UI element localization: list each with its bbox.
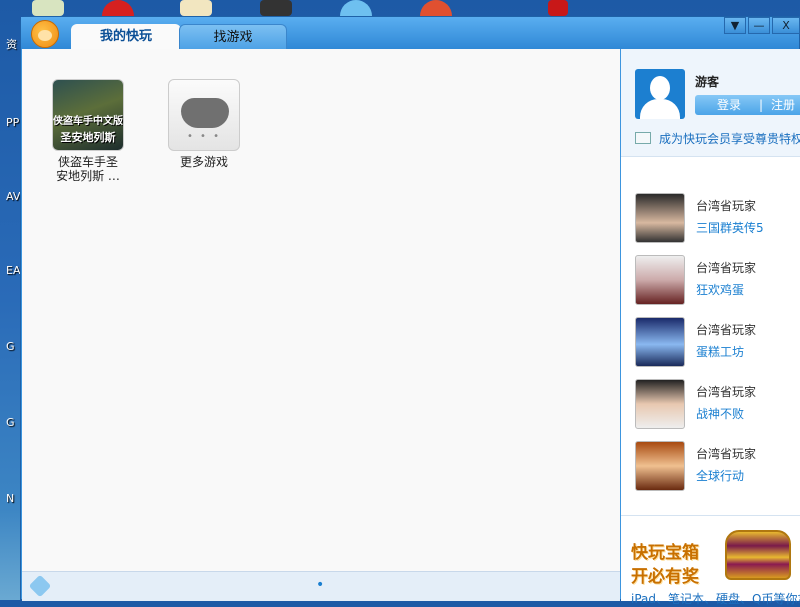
game-title: 侠盗车手圣 [57, 155, 118, 169]
desktop-icon[interactable] [102, 0, 134, 16]
cover-text-top: 侠盗车手中文版 [53, 116, 123, 127]
player-game-link[interactable]: 蛋糕工坊 [696, 343, 744, 360]
desktop-icon[interactable] [420, 0, 452, 16]
player-game-link[interactable]: 狂欢鸡蛋 [696, 281, 744, 298]
user-panel: 游客 登录 | 注册 成为快玩会员享受尊贵特权 [621, 49, 800, 157]
player-game-link[interactable]: 全球行动 [696, 467, 744, 484]
minimize-button[interactable]: — [748, 17, 770, 34]
page-indicator-dot[interactable]: • [316, 577, 324, 593]
desktop-icon[interactable] [32, 0, 64, 16]
banner-title: 快玩宝箱 [631, 543, 699, 563]
title-bar[interactable]: 我的快玩 找游戏 ▼ — X [21, 17, 800, 49]
game-cover-icon[interactable]: 侠盗车手中文版 圣安地列斯 [52, 79, 124, 151]
status-bar: • [22, 571, 620, 601]
game-item-gta-san-andreas[interactable]: 侠盗车手中文版 圣安地列斯 侠盗车手圣 安地列斯 … [43, 79, 133, 183]
player-game-link[interactable]: 战神不败 [696, 405, 744, 422]
player-game-link[interactable]: 三国群英传5 [696, 219, 764, 236]
separator: | [759, 98, 764, 112]
gamepad-icon[interactable]: • • • [168, 79, 240, 151]
register-button[interactable]: 注册 [771, 95, 795, 115]
desktop-label: G [6, 416, 15, 429]
desktop-label: PP [6, 116, 20, 129]
tab-my-games[interactable]: 我的快玩 [71, 24, 181, 49]
player-item[interactable]: 台湾省玩家 三国群英传5 [635, 193, 800, 245]
default-avatar-icon[interactable] [635, 69, 685, 119]
kuaiwan-logo-icon[interactable] [31, 20, 59, 48]
desktop-icon[interactable] [340, 0, 372, 16]
player-avatar[interactable] [635, 193, 685, 243]
menu-dropdown-button[interactable]: ▼ [724, 17, 746, 34]
player-avatar[interactable] [635, 317, 685, 367]
game-title: 安地列斯 … [56, 169, 120, 183]
player-item[interactable]: 台湾省玩家 战神不败 [635, 379, 800, 431]
login-register-bar: 登录 | 注册 [695, 95, 800, 115]
desktop-label: EA [6, 264, 21, 277]
player-item[interactable]: 台湾省玩家 全球行动 [635, 441, 800, 493]
desktop-icon[interactable] [180, 0, 212, 16]
desktop-label: G [6, 340, 15, 353]
close-button[interactable]: X [772, 17, 800, 34]
desktop-label: 资 [6, 38, 17, 51]
desktop-icon[interactable] [548, 0, 568, 16]
banner-subtitle: 开必有奖 [631, 567, 699, 587]
more-games-item[interactable]: • • • 更多游戏 [159, 79, 249, 169]
desktop-label: N [6, 492, 15, 505]
player-avatar[interactable] [635, 441, 685, 491]
vip-link[interactable]: 成为快玩会员享受尊贵特权 [635, 130, 800, 147]
banner-prizes: iPad、笔记本、硬盘、Q币等你拿 [631, 592, 800, 606]
login-button[interactable]: 登录 [717, 95, 741, 115]
member-card-icon [635, 132, 651, 144]
treasure-chest-icon [725, 530, 791, 580]
desktop-label: AV [6, 190, 21, 203]
my-games-panel: 侠盗车手中文版 圣安地列斯 侠盗车手圣 安地列斯 … • • • 更多游戏 [22, 49, 620, 571]
kuaiwan-window: 我的快玩 找游戏 ▼ — X 侠盗车手中文版 圣安地列斯 侠盗车手圣 安地列斯 … [20, 16, 800, 606]
player-avatar[interactable] [635, 255, 685, 305]
treasure-box-banner[interactable]: 快玩宝箱 开必有奖 iPad、笔记本、硬盘、Q币等你拿 [621, 515, 800, 606]
diamond-icon[interactable] [28, 574, 52, 598]
more-games-label: 更多游戏 [179, 155, 228, 169]
tab-find-games[interactable]: 找游戏 [179, 24, 287, 49]
player-item[interactable]: 台湾省玩家 蛋糕工坊 [635, 317, 800, 369]
right-sidebar: 游客 登录 | 注册 成为快玩会员享受尊贵特权 台湾省玩家 三国群英传5 台湾省玩… [621, 49, 800, 606]
cover-text-bottom: 圣安地列斯 [60, 131, 116, 144]
player-item[interactable]: 台湾省玩家 狂欢鸡蛋 [635, 255, 800, 307]
desktop-icon[interactable] [260, 0, 292, 16]
player-avatar[interactable] [635, 379, 685, 429]
user-name: 游客 [695, 75, 720, 89]
